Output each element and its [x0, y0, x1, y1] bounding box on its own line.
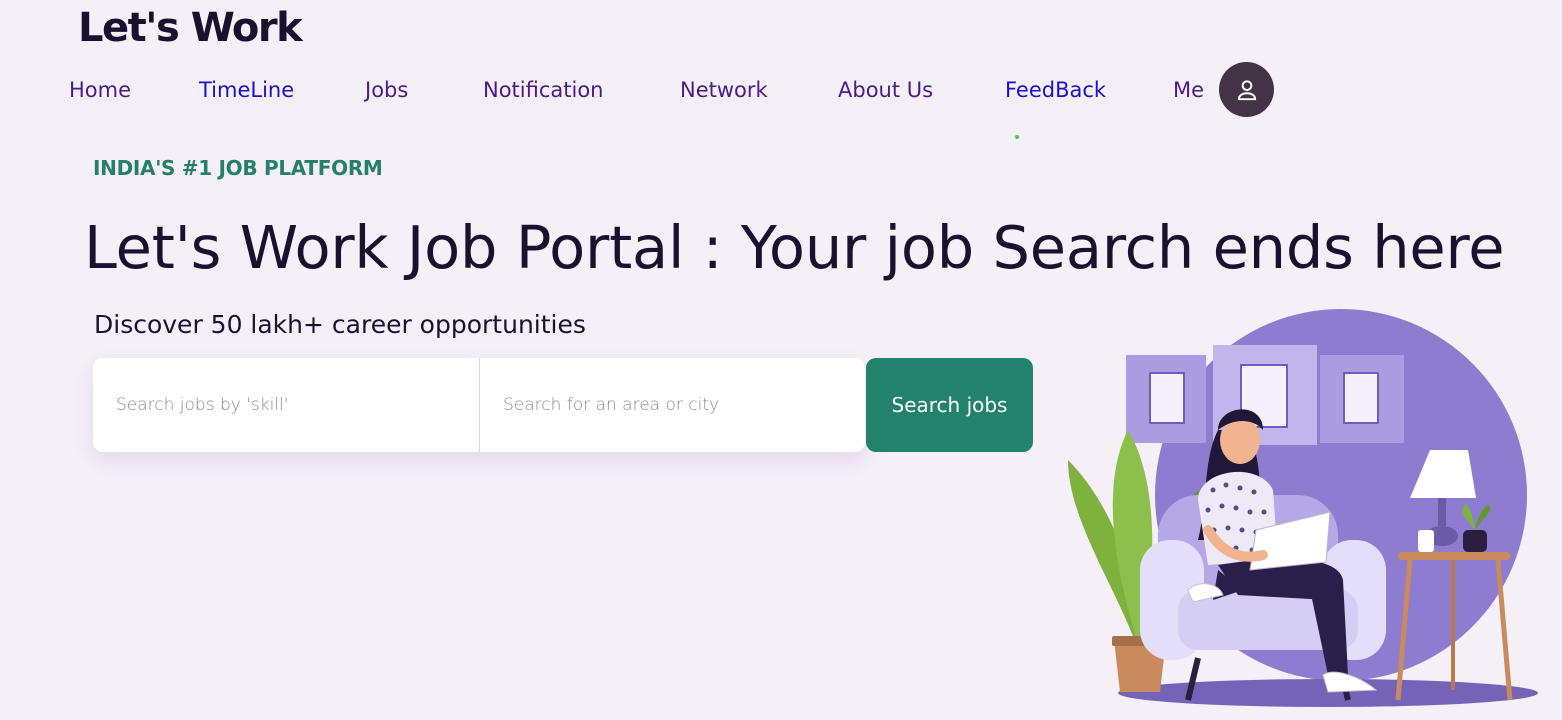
brand-logo[interactable]: Let's Work: [78, 2, 303, 54]
nav-feedback[interactable]: FeedBack: [1005, 70, 1106, 110]
location-search-input[interactable]: [480, 358, 865, 452]
hero-eyebrow: INDIA'S #1 JOB PLATFORM: [93, 156, 383, 180]
nav-network[interactable]: Network: [680, 70, 768, 110]
nav-timeline[interactable]: TimeLine: [199, 70, 294, 110]
nav-jobs[interactable]: Jobs: [365, 70, 408, 110]
hero-subtitle: Discover 50 lakh+ career opportunities: [94, 310, 586, 339]
nav-notification[interactable]: Notification: [483, 70, 604, 110]
woman-with-laptop-illustration: [1068, 309, 1538, 707]
skill-search-input[interactable]: [93, 358, 479, 452]
user-icon: [1237, 79, 1256, 100]
nav-me[interactable]: Me: [1173, 70, 1204, 110]
nav-indicator-dot: [1015, 135, 1019, 139]
main-nav: Home TimeLine Jobs Notification Network …: [0, 70, 1300, 110]
nav-about-us[interactable]: About Us: [838, 70, 933, 110]
profile-avatar[interactable]: [1219, 62, 1274, 117]
hero-title: Let's Work Job Portal : Your job Search …: [84, 213, 1505, 282]
search-jobs-button[interactable]: Search jobs: [866, 358, 1033, 452]
nav-home[interactable]: Home: [69, 70, 131, 110]
search-bar: [93, 358, 865, 452]
